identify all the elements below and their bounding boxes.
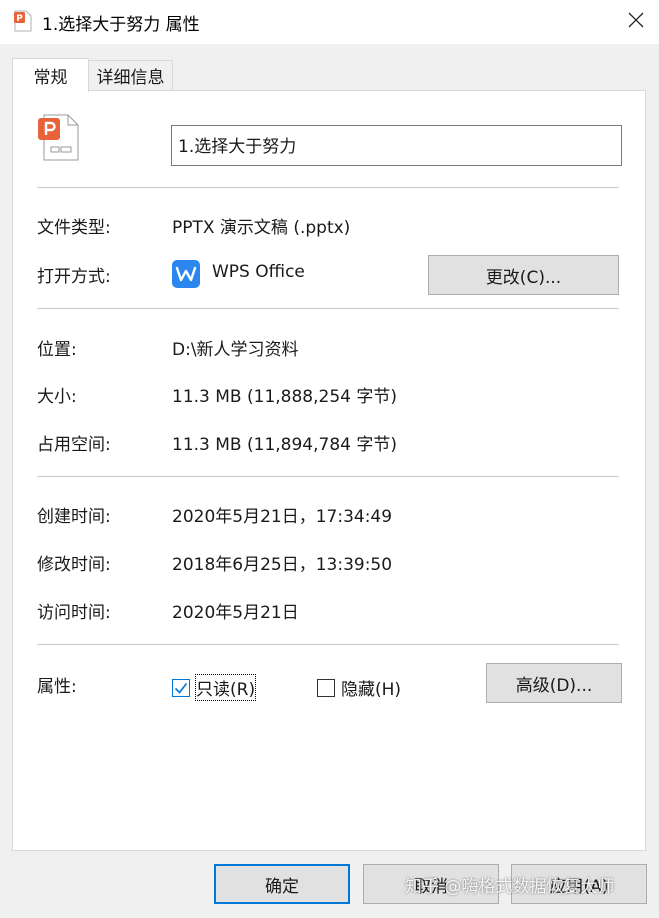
hidden-checkbox[interactable] xyxy=(317,678,335,697)
advanced-button[interactable]: 高级(D)... xyxy=(486,663,622,703)
cancel-button[interactable]: 取消 xyxy=(363,864,499,904)
accessed-value: 2020年5月21日 xyxy=(172,603,299,623)
advanced-button-label: 高级(D)... xyxy=(515,675,593,696)
change-button-label: 更改(C)... xyxy=(485,267,562,288)
ok-button[interactable]: 确定 xyxy=(214,864,350,904)
cancel-button-label: 取消 xyxy=(414,876,448,897)
size-on-disk-label: 占用空间: xyxy=(37,435,111,455)
apply-button[interactable]: 应用(A) xyxy=(511,864,647,904)
opens-with-value: WPS Office xyxy=(212,262,305,282)
tab-general[interactable]: 常规 xyxy=(12,58,89,92)
wps-office-icon xyxy=(172,260,200,288)
general-panel xyxy=(12,90,646,851)
tab-details[interactable]: 详细信息 xyxy=(89,60,173,90)
attributes-label: 属性: xyxy=(37,677,77,697)
size-on-disk-value: 11.3 MB (11,894,784 字节) xyxy=(172,435,397,455)
file-type-value: PPTX 演示文稿 (.pptx) xyxy=(172,218,351,238)
tab-details-label: 详细信息 xyxy=(96,68,165,88)
hidden-checkbox-row[interactable]: 隐藏(H) xyxy=(317,675,401,700)
location-label: 位置: xyxy=(37,340,77,360)
close-icon xyxy=(628,12,644,33)
pptx-large-file-icon xyxy=(38,114,80,162)
opens-with-label: 打开方式: xyxy=(37,267,111,287)
filename-value: 1.选择大于努力 xyxy=(178,137,297,157)
filename-input[interactable]: 1.选择大于努力 xyxy=(171,125,622,166)
pptx-file-icon: P xyxy=(14,10,32,32)
readonly-checkbox-row[interactable]: 只读(R) xyxy=(172,674,257,701)
separator xyxy=(37,476,619,477)
file-type-label: 文件类型: xyxy=(37,218,111,238)
modified-value: 2018年6月25日，13:39:50 xyxy=(172,555,393,575)
svg-text:P: P xyxy=(16,14,23,24)
hidden-label: 隐藏(H) xyxy=(341,680,402,700)
separator xyxy=(37,644,619,645)
readonly-label: 只读(R) xyxy=(194,674,257,701)
created-label: 创建时间: xyxy=(37,507,111,527)
modified-label: 修改时间: xyxy=(37,555,111,575)
close-button[interactable] xyxy=(612,0,659,44)
size-value: 11.3 MB (11,888,254 字节) xyxy=(172,387,397,407)
apply-button-label: 应用(A) xyxy=(549,876,609,897)
ok-button-label: 确定 xyxy=(265,876,299,897)
created-value: 2020年5月21日，17:34:49 xyxy=(172,507,393,527)
size-label: 大小: xyxy=(37,387,77,407)
separator xyxy=(37,187,619,188)
accessed-label: 访问时间: xyxy=(37,603,111,623)
separator xyxy=(37,308,619,309)
change-button[interactable]: 更改(C)... xyxy=(428,255,619,295)
window-title: 1.选择大于努力 属性 xyxy=(42,15,200,35)
checkmark-icon xyxy=(174,682,188,694)
tab-general-label: 常规 xyxy=(33,68,68,88)
location-value: D:\新人学习资料 xyxy=(172,340,299,360)
readonly-checkbox[interactable] xyxy=(172,678,190,697)
